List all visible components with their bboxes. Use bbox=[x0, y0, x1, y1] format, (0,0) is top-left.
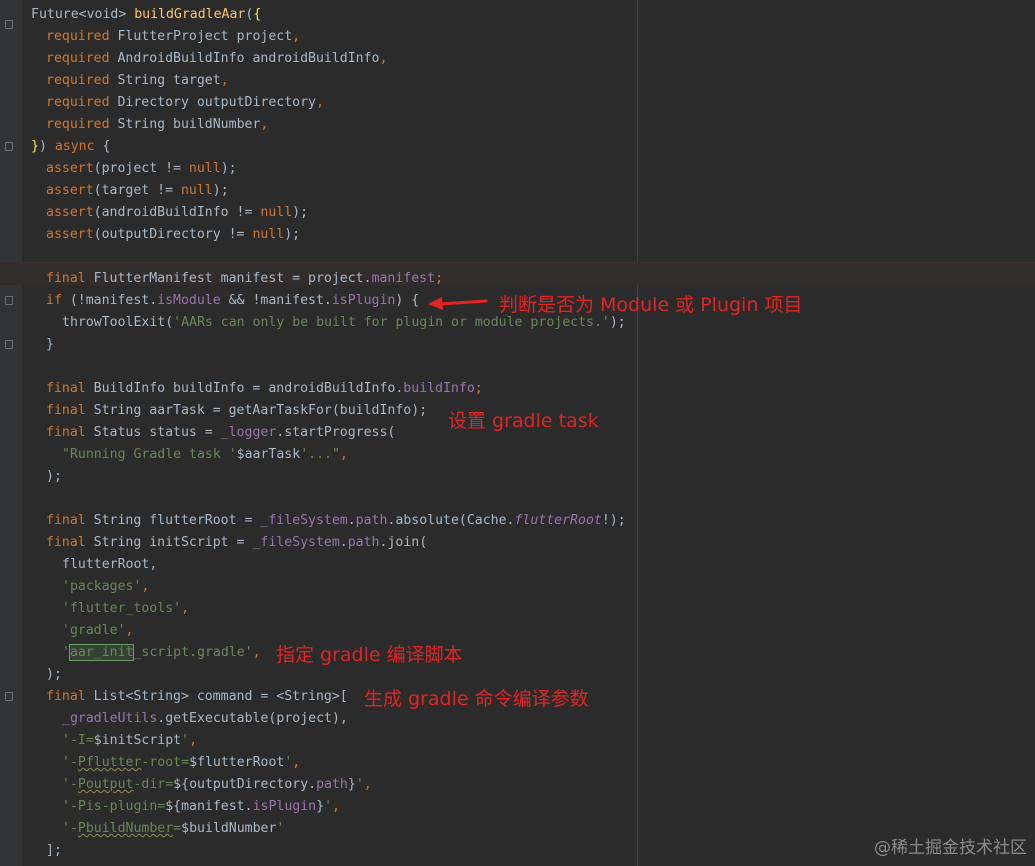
code-editor[interactable]: Future<void> buildGradleAar({ required F… bbox=[0, 0, 1035, 866]
fold-marker-icon[interactable] bbox=[5, 692, 13, 701]
code-line: }) async { bbox=[31, 139, 111, 154]
annotation-module-or-plugin: 判断是否为 Module 或 Plugin 项目 bbox=[499, 294, 803, 316]
code-line: '-PbuildNumber=$buildNumber' bbox=[62, 821, 285, 836]
code-line: _gradleUtils.getExecutable(project), bbox=[62, 711, 348, 726]
code-line: assert(target != null); bbox=[46, 183, 229, 198]
watermark: @稀土掘金技术社区 bbox=[874, 838, 1027, 858]
code-line: Future<void> buildGradleAar({ bbox=[31, 7, 262, 22]
code-line: '-Pflutter-root=$flutterRoot', bbox=[62, 755, 301, 770]
code-line: ); bbox=[46, 469, 62, 484]
annotation-gradle-script: 指定 gradle 编译脚本 bbox=[276, 644, 463, 666]
editor-gutter bbox=[0, 0, 22, 866]
code-line: "Running Gradle task '$aarTask'...", bbox=[62, 447, 348, 462]
code-text[interactable]: Future<void> buildGradleAar({ required F… bbox=[31, 4, 626, 862]
code-line: final FlutterManifest manifest = project… bbox=[46, 271, 444, 286]
code-line: 'gradle', bbox=[62, 623, 134, 638]
fold-marker-icon[interactable] bbox=[5, 142, 13, 151]
right-margin-guide bbox=[637, 0, 638, 866]
code-line: 'flutter_tools', bbox=[62, 601, 190, 616]
code-line: '-I=$initScript', bbox=[62, 733, 198, 748]
code-line: 'packages', bbox=[62, 579, 150, 594]
code-line: required String buildNumber, bbox=[46, 117, 269, 132]
code-line: assert(androidBuildInfo != null); bbox=[46, 205, 309, 220]
annotation-gradle-task: 设置 gradle task bbox=[448, 410, 599, 432]
code-line: final BuildInfo buildInfo = androidBuild… bbox=[46, 381, 483, 396]
code-line: flutterRoot, bbox=[62, 557, 158, 572]
search-match-highlight: aar_init bbox=[68, 644, 135, 661]
red-arrow-icon bbox=[428, 297, 488, 310]
fold-marker-icon[interactable] bbox=[5, 20, 13, 29]
code-line: '-Pis-plugin=${manifest.isPlugin}', bbox=[62, 799, 340, 814]
code-line: '-Poutput-dir=${outputDirectory.path}', bbox=[62, 777, 372, 792]
code-line: required Directory outputDirectory, bbox=[46, 95, 324, 110]
annotation-gradle-command: 生成 gradle 命令编译参数 bbox=[364, 688, 589, 710]
code-line: final String flutterRoot = _fileSystem.p… bbox=[46, 513, 626, 528]
fold-marker-icon[interactable] bbox=[5, 296, 13, 305]
fold-marker-icon[interactable] bbox=[5, 340, 13, 349]
code-line: assert(project != null); bbox=[46, 161, 237, 176]
code-line: final String initScript = _fileSystem.pa… bbox=[46, 535, 428, 550]
code-line: ); bbox=[46, 667, 62, 682]
code-line: } bbox=[46, 337, 54, 352]
code-line: assert(outputDirectory != null); bbox=[46, 227, 301, 242]
code-line: required String target, bbox=[46, 73, 229, 88]
code-line: required FlutterProject project, bbox=[46, 29, 301, 44]
code-line: ]; bbox=[46, 843, 62, 858]
code-line: required AndroidBuildInfo androidBuildIn… bbox=[46, 51, 388, 66]
